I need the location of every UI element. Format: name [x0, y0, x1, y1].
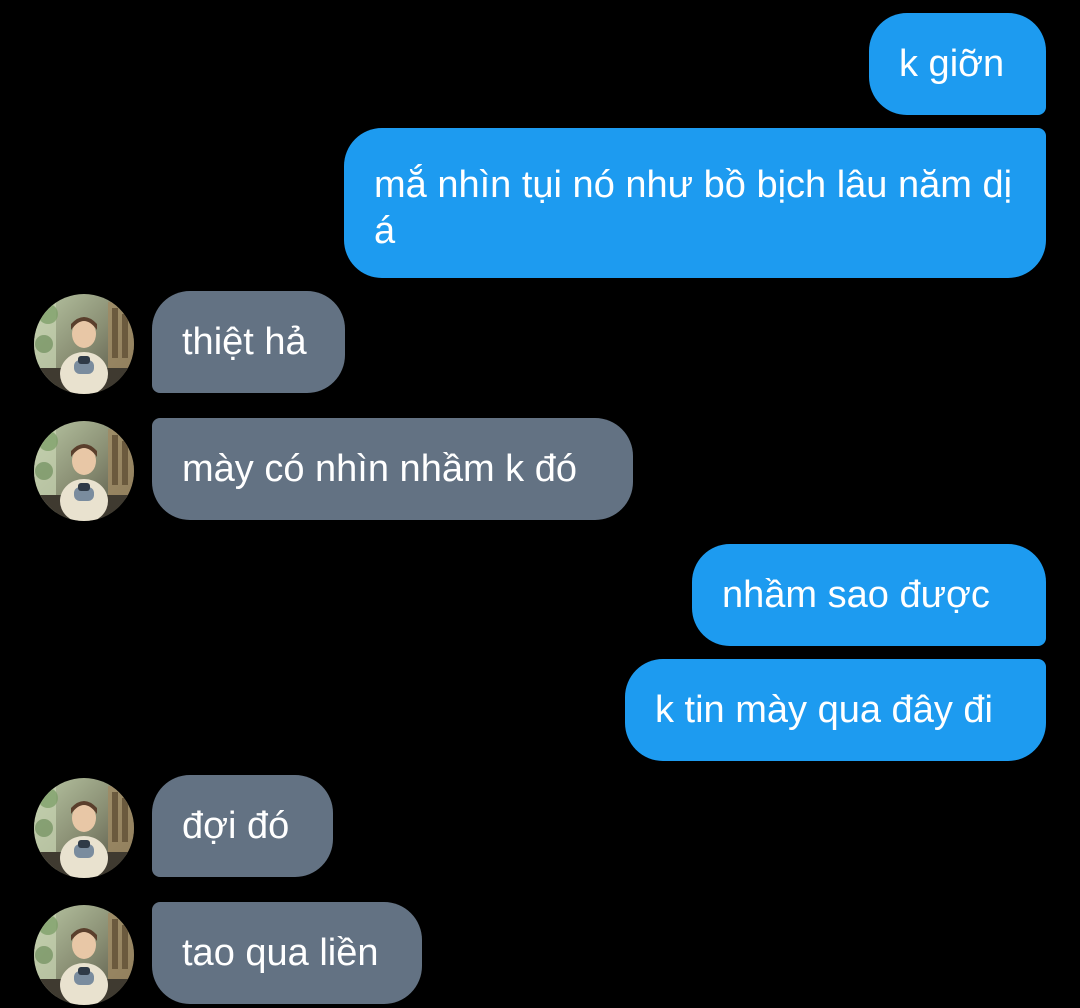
- message-bubble-sent[interactable]: mắ nhìn tụi nó như bồ bịch lâu năm dị á: [344, 128, 1046, 278]
- message-text: k giỡn: [899, 43, 1005, 85]
- message-text: mắ nhìn tụi nó như bồ bịch lâu năm dị á: [374, 164, 1013, 252]
- message-bubble-received[interactable]: mày có nhìn nhầm k đó: [152, 418, 633, 520]
- contact-avatar[interactable]: [34, 778, 134, 878]
- message-bubble-received[interactable]: thiệt hả: [152, 291, 345, 393]
- message-text: đợi đó: [182, 805, 290, 847]
- message-text: tao qua liền: [182, 932, 379, 974]
- contact-avatar[interactable]: [34, 905, 134, 1005]
- message-bubble-sent[interactable]: nhầm sao được: [692, 544, 1046, 646]
- avatar-photo-icon: [34, 905, 134, 1005]
- message-text: mày có nhìn nhầm k đó: [182, 448, 577, 490]
- message-text: thiệt hả: [182, 321, 307, 363]
- avatar-photo-icon: [34, 778, 134, 878]
- message-bubble-received[interactable]: tao qua liền: [152, 902, 422, 1004]
- message-bubble-sent[interactable]: k tin mày qua đây đi: [625, 659, 1046, 761]
- avatar-photo-icon: [34, 421, 134, 521]
- message-text: nhầm sao được: [722, 574, 990, 616]
- message-bubble-sent[interactable]: k giỡn: [869, 13, 1046, 115]
- contact-avatar[interactable]: [34, 294, 134, 394]
- contact-avatar[interactable]: [34, 421, 134, 521]
- avatar-photo-icon: [34, 294, 134, 394]
- message-text: k tin mày qua đây đi: [655, 689, 993, 731]
- message-bubble-received[interactable]: đợi đó: [152, 775, 333, 877]
- chat-thread: k giỡn mắ nhìn tụi nó như bồ bịch lâu nă…: [0, 0, 1080, 1008]
